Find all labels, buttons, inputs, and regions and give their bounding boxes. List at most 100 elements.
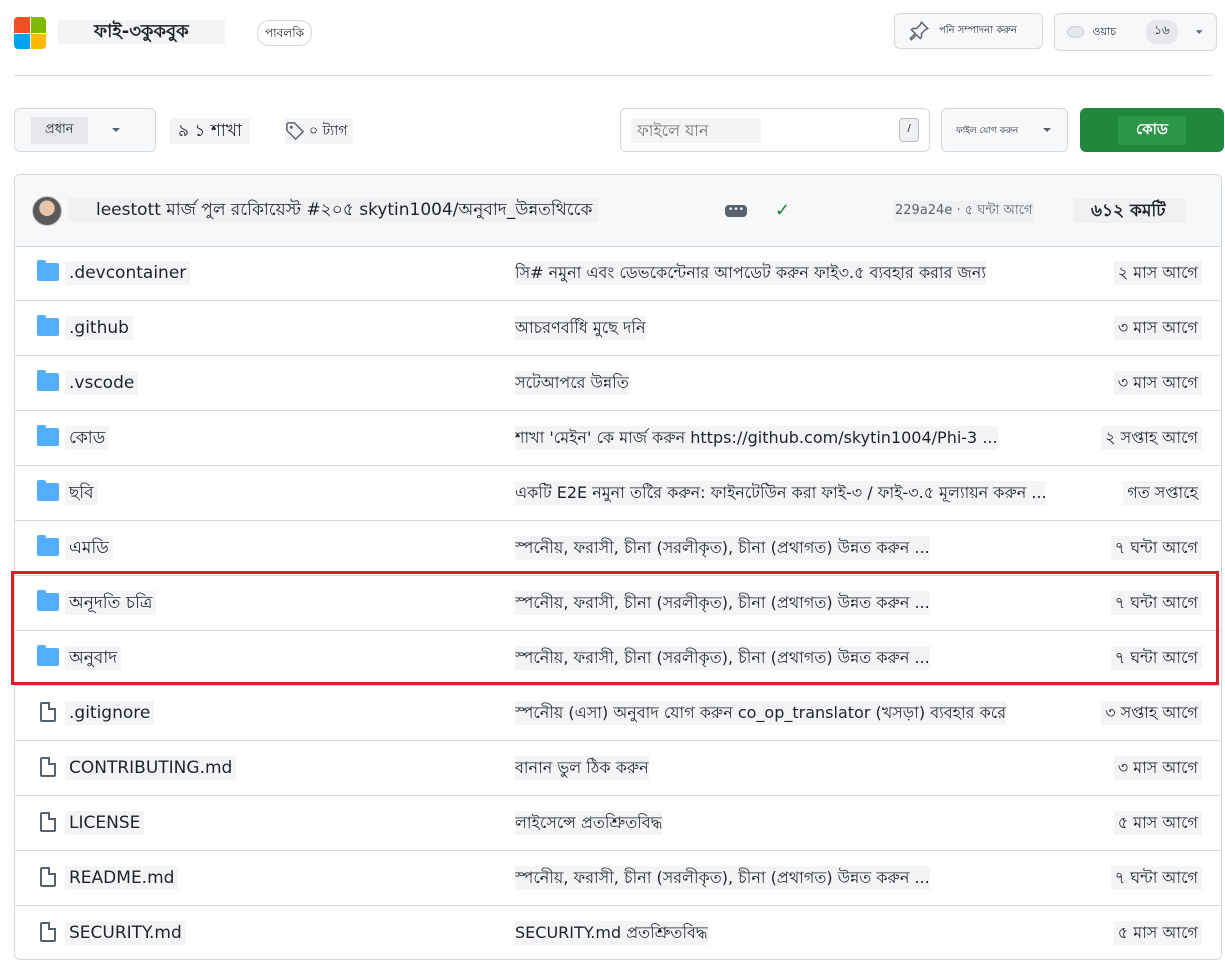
folder-icon (37, 590, 59, 611)
file-icon (40, 702, 56, 722)
commit-date: ৭ ঘন্টা আগে (1110, 591, 1202, 615)
table-row[interactable]: .vscode সটেআপরে উন্নতি ৩ মাস আগে (15, 356, 1221, 411)
table-row[interactable]: README.md স্পনেীয়, ফরাসী, চীনা (সরলীকৃত)… (15, 851, 1221, 906)
commit-message-link[interactable]: স্পনেীয়, ফরাসী, চীনা (সরলীকৃত), চীনা (প… (515, 591, 930, 615)
file-name-link[interactable]: README.md (65, 866, 179, 890)
logo-square-yellow (30, 33, 46, 49)
commit-message-link[interactable]: বানান ভুল ঠিক করুন (515, 756, 649, 780)
commit-message-link[interactable]: শাখা 'মেইন' কে মার্জ করুন https://github… (515, 426, 998, 450)
check-icon[interactable]: ✓ (775, 200, 790, 221)
tag-icon (286, 122, 305, 141)
tags-link[interactable]: ০ ট্যাগ (285, 118, 354, 144)
file-name-link[interactable]: .devcontainer (65, 261, 191, 285)
watch-count: ১৬ (1146, 20, 1178, 44)
repo-name[interactable]: ফাই-৩কুকবুক (58, 20, 225, 44)
file-name-link[interactable]: অনুবাদ (65, 646, 122, 670)
table-row[interactable]: ছবি একটি E2E নমুনা তরৈি করুন: ফাইনটেউিন ক… (15, 466, 1221, 521)
file-name-link[interactable]: কোড (65, 426, 110, 450)
commits-count[interactable]: ৬১২ কমটি (1073, 199, 1186, 223)
pin-icon (909, 21, 929, 41)
commit-date: ৭ ঘন্টা আগে (1110, 646, 1202, 670)
commit-message-link[interactable]: স্পনেীয়, ফরাসী, চীনা (সরলীকৃত), চীনা (প… (515, 646, 930, 670)
file-list: .devcontainer সি# নমুনা এবং ডেভকেন্টেনার … (15, 246, 1221, 959)
commit-date: গত সপ্তাহে (1123, 481, 1202, 505)
commit-date: ৭ ঘন্টা আগে (1110, 866, 1202, 890)
folder-icon (37, 370, 59, 391)
chevron-down-icon (1043, 128, 1051, 132)
commit-date: ৭ ঘন্টা আগে (1110, 536, 1202, 560)
goto-file-input[interactable] (631, 117, 761, 143)
file-icon (40, 812, 56, 832)
folder-icon (37, 645, 59, 666)
folder-icon (37, 260, 59, 281)
branches-link[interactable]: ৯ ১ শাখা (170, 118, 250, 144)
commit-date: ৫ মাস আগে (1113, 811, 1202, 835)
logo-square-red (14, 17, 30, 33)
goto-file-field[interactable]: / (620, 108, 930, 152)
table-row[interactable]: এমডি স্পনেীয়, ফরাসী, চীনা (সরলীকৃত), চীন… (15, 521, 1221, 576)
file-icon (40, 867, 56, 887)
commit-message[interactable]: leestott মার্জ পুল রকিোয়েস্ট #২০৫ skyti… (68, 198, 599, 222)
file-name-link[interactable]: এমডি (65, 536, 113, 560)
commit-message-link[interactable]: স্পনেীয় (এসা) অনুবাদ যোগ করুন co_op_tra… (515, 701, 1006, 725)
commit-message-link[interactable]: সি# নমুনা এবং ডেভকেন্টেনার আপডেট করুন ফা… (515, 261, 986, 285)
commit-message-link[interactable]: সটেআপরে উন্নতি (515, 371, 629, 395)
folder-icon (37, 480, 59, 501)
file-name-link[interactable]: SECURITY.md (65, 921, 186, 945)
latest-commit-bar: leestott মার্জ পুল রকিোয়েস্ট #২০৫ skyti… (15, 175, 1221, 247)
edit-pins-label: পনি সম্পাদনা করুন (939, 24, 1017, 36)
branch-selector[interactable]: প্রধান (14, 108, 156, 152)
shortcut-hint: / (899, 118, 919, 142)
commit-message-link[interactable]: লাইসেন্সে প্রতশ্রিুতবিদ্ধ (515, 811, 663, 835)
chevron-down-icon (111, 128, 120, 132)
file-name-link[interactable]: .gitignore (65, 701, 155, 725)
logo-square-blue (14, 33, 30, 49)
commit-date: ৩ মাস আগে (1113, 371, 1202, 395)
commit-date: ৩ সপ্তাহ আগে (1101, 701, 1202, 725)
table-row[interactable]: CONTRIBUTING.md বানান ভুল ঠিক করুন ৩ মাস আ… (15, 741, 1221, 796)
folder-icon (37, 315, 59, 336)
commit-date: ২ মাস আগে (1113, 261, 1202, 285)
commit-message-link[interactable]: আচরণবধিি মুছে দনি (515, 316, 646, 340)
watch-button[interactable]: ওয়াচ ১৬ (1054, 13, 1217, 51)
table-row[interactable]: LICENSE লাইসেন্সে প্রতশ্রিুতবিদ্ধ ৫ মাস আগ… (15, 796, 1221, 851)
commit-date: ৩ মাস আগে (1113, 756, 1202, 780)
table-row[interactable]: কোড শাখা 'মেইন' কে মার্জ করুন https://git… (15, 411, 1221, 466)
table-row[interactable]: অনূদতি চত্রি স্পনেীয়, ফরাসী, চীনা (সরলীক… (15, 576, 1221, 631)
commit-message-link[interactable]: স্পনেীয়, ফরাসী, চীনা (সরলীকৃত), চীনা (প… (515, 866, 930, 890)
file-name-link[interactable]: অনূদতি চত্রি (65, 591, 157, 615)
add-file-button[interactable]: ফাইল যোগ করুন (941, 108, 1068, 152)
commit-message-link[interactable]: SECURITY.md প্রতশ্রিুতবিদ্ধ (515, 921, 708, 945)
table-row[interactable]: SECURITY.md SECURITY.md প্রতশ্রিুতবিদ্ধ ৫ … (15, 906, 1221, 959)
commit-message-link[interactable]: একটি E2E নমুনা তরৈি করুন: ফাইনটেউিন করা … (515, 481, 1045, 505)
branch-name: প্রধান (31, 116, 88, 144)
table-row[interactable]: অনুবাদ স্পনেীয়, ফরাসী, চীনা (সরলীকৃত), চ… (15, 631, 1221, 686)
file-name-link[interactable]: LICENSE (65, 811, 145, 835)
table-row[interactable]: .gitignore স্পনেীয় (এসা) অনুবাদ যোগ করুন… (15, 686, 1221, 741)
code-button[interactable]: কোড (1080, 108, 1224, 152)
commit-date: ৫ মাস আগে (1113, 921, 1202, 945)
file-icon (40, 922, 56, 942)
commit-meta[interactable]: 229a24e · ৫ ঘন্টা আগে (893, 201, 1035, 222)
file-name-link[interactable]: .github (65, 316, 133, 340)
file-name-link[interactable]: CONTRIBUTING.md (65, 756, 237, 780)
file-name-link[interactable]: .vscode (65, 371, 139, 395)
microsoft-logo (14, 17, 46, 49)
file-icon (40, 757, 56, 777)
edit-pins-button[interactable]: পনি সম্পাদনা করুন (894, 13, 1043, 49)
eye-icon (1067, 26, 1085, 38)
commit-date: ৩ মাস আগে (1113, 316, 1202, 340)
chevron-down-icon (1195, 30, 1203, 34)
commit-message-link[interactable]: স্পনেীয়, ফরাসী, চীনা (সরলীকৃত), চীনা (প… (515, 536, 930, 560)
file-table: leestott মার্জ পুল রকিোয়েস্ট #২০৫ skyti… (14, 174, 1222, 960)
table-row[interactable]: .github আচরণবধিি মুছে দনি ৩ মাস আগে (15, 301, 1221, 356)
avatar[interactable] (32, 196, 62, 226)
visibility-badge: পাবলকি (257, 20, 313, 46)
ellipsis-icon[interactable]: ••• (725, 205, 747, 217)
file-name-link[interactable]: ছবি (65, 481, 98, 505)
header-divider (14, 75, 1213, 76)
folder-icon (37, 425, 59, 446)
code-label: কোড (1118, 115, 1186, 145)
logo-square-green (30, 17, 46, 33)
table-row[interactable]: .devcontainer সি# নমুনা এবং ডেভকেন্টেনার … (15, 246, 1221, 301)
